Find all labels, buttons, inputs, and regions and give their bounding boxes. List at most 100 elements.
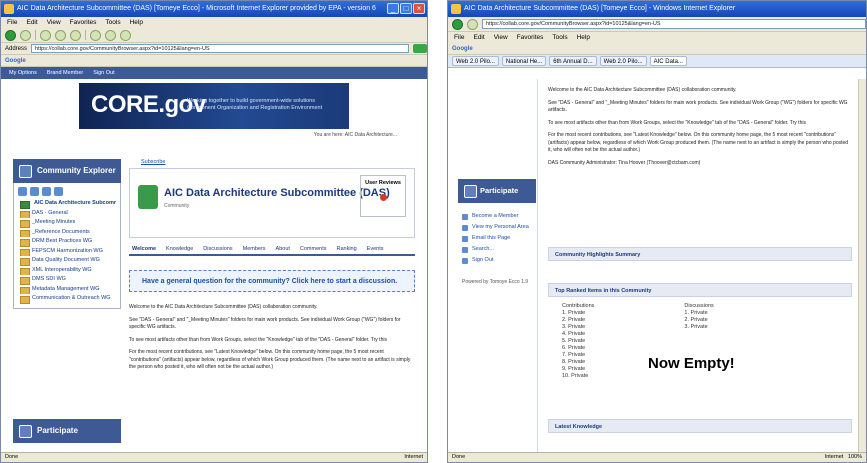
tree-item[interactable]: DMS SDI WG <box>18 275 116 285</box>
minimize-button[interactable]: _ <box>387 3 399 14</box>
top-ranked-header: Top Ranked Items in this Community <box>548 283 852 297</box>
become-member-link[interactable]: Become a Member <box>462 211 529 222</box>
menu-favorites[interactable]: Favorites <box>517 32 544 43</box>
community-title: AIC Data Architecture Subcommittee (DAS) <box>164 187 390 199</box>
browser-tab[interactable]: Web 2.0 Pilo... <box>452 56 499 66</box>
favorites-button[interactable] <box>105 29 116 41</box>
forward-button[interactable] <box>20 29 31 41</box>
tab-members[interactable]: Members <box>240 246 269 252</box>
tree-item[interactable]: FEPSCM Harmonization WG <box>18 247 116 256</box>
browser-tab[interactable]: 6th Annual D... <box>549 56 597 66</box>
user-reviews-box[interactable]: User Reviews <box>360 175 406 217</box>
close-button[interactable]: × <box>413 3 425 14</box>
tab-comments[interactable]: Comments <box>297 246 330 252</box>
menu-edit[interactable]: Edit <box>26 17 37 28</box>
discussion-item[interactable]: 1. Private <box>684 310 713 317</box>
tree-icon[interactable] <box>54 187 63 196</box>
contribution-item[interactable]: 1. Private <box>562 310 594 317</box>
contribution-item[interactable]: 7. Private <box>562 352 594 359</box>
search-link[interactable]: Search... <box>462 244 529 255</box>
tree-icon[interactable] <box>42 187 51 196</box>
tree-item[interactable]: Data Quality Document WG <box>18 256 116 266</box>
tree-item[interactable]: _Reference Documents <box>18 228 116 237</box>
participate-links: Become a Member View my Personal Area Em… <box>462 211 529 266</box>
tree-item[interactable]: _Meeting Minutes <box>18 218 116 228</box>
contribution-item[interactable]: 10. Private <box>562 373 594 380</box>
back-button[interactable] <box>5 29 16 41</box>
contribution-item[interactable]: 2. Private <box>562 317 594 324</box>
tree-item[interactable]: DRM Best Practices WG <box>18 237 116 247</box>
discussion-item[interactable]: 2. Private <box>684 317 713 324</box>
subscribe-link[interactable]: Subscribe <box>129 159 415 165</box>
contribution-item[interactable]: 6. Private <box>562 345 594 352</box>
address-input[interactable]: https://collab.core.gov/CommunityBrowser… <box>482 19 866 29</box>
welcome-paragraph: See "DAS - General" and "_Meeting Minute… <box>129 316 401 331</box>
tree-toolbar <box>18 187 116 196</box>
menu-file[interactable]: File <box>7 17 17 28</box>
menu-view[interactable]: View <box>47 17 61 28</box>
discussion-item[interactable]: 3. Private <box>684 324 713 331</box>
participate-header[interactable]: Participate <box>458 179 536 203</box>
left-address-bar: Address https://collab.core.gov/Communit… <box>1 43 427 55</box>
participate-header[interactable]: Participate <box>13 419 121 443</box>
tree-item[interactable]: Metadata Management WG <box>18 285 116 294</box>
contribution-item[interactable]: 9. Private <box>562 366 594 373</box>
community-explorer-header[interactable]: Community Explorer <box>13 159 121 183</box>
contribution-item[interactable]: 3. Private <box>562 324 594 331</box>
google-toolbar-label[interactable]: Google <box>5 58 26 64</box>
contribution-item[interactable]: 5. Private <box>562 338 594 345</box>
tree-item-das-root[interactable]: AIC Data Architecture Subcommittee (DAS) <box>18 199 116 209</box>
contributions-column: Contributions 1. Private 2. Private 3. P… <box>562 303 594 380</box>
browser-tab-active[interactable]: AIC Data... <box>649 56 687 66</box>
home-button[interactable] <box>70 29 81 41</box>
menu-favorites[interactable]: Favorites <box>70 17 97 28</box>
menu-view[interactable]: View <box>494 32 508 43</box>
refresh-button[interactable] <box>55 29 66 41</box>
vertical-scrollbar[interactable] <box>858 79 866 452</box>
tab-about[interactable]: About <box>273 246 293 252</box>
sign-out-link[interactable]: Sign Out <box>462 255 529 266</box>
zoom-level[interactable]: 100% <box>848 454 862 460</box>
contribution-item[interactable]: 8. Private <box>562 359 594 366</box>
maximize-button[interactable]: □ <box>400 3 412 14</box>
nav-sign-out[interactable]: Sign Out <box>93 67 114 79</box>
contribution-item[interactable]: 4. Private <box>562 331 594 338</box>
community-icon <box>138 185 158 209</box>
site-nav-strip: My Options Brand Member Sign Out <box>1 67 427 79</box>
tab-ranking[interactable]: Ranking <box>334 246 360 252</box>
menu-tools[interactable]: Tools <box>105 17 120 28</box>
menu-tools[interactable]: Tools <box>552 32 567 43</box>
forward-button[interactable] <box>467 18 478 30</box>
go-button[interactable] <box>413 44 427 53</box>
menu-help[interactable]: Help <box>577 32 590 43</box>
tree-item[interactable]: XML Interoperability WG <box>18 266 116 275</box>
tree-item[interactable]: Communication & Outreach WG <box>18 294 116 304</box>
menu-edit[interactable]: Edit <box>473 32 484 43</box>
menu-help[interactable]: Help <box>130 17 143 28</box>
menu-file[interactable]: File <box>454 32 464 43</box>
tab-events[interactable]: Events <box>364 246 387 252</box>
history-button[interactable] <box>120 29 131 41</box>
browser-tab[interactable]: Web 2.0 Pilo... <box>599 56 647 66</box>
highlights-section: Community Highlights Summary <box>548 247 852 261</box>
google-toolbar-label[interactable]: Google <box>452 46 473 52</box>
tab-knowledge[interactable]: Knowledge <box>163 246 196 252</box>
start-discussion-box[interactable]: Have a general question for the communit… <box>129 270 415 292</box>
welcome-text: Welcome to the AIC Data Architecture Sub… <box>548 87 852 167</box>
tree-icon[interactable] <box>30 187 39 196</box>
back-button[interactable] <box>452 18 463 30</box>
personal-area-link[interactable]: View my Personal Area <box>462 222 529 233</box>
nav-my-options[interactable]: My Options <box>9 67 37 79</box>
tab-discussions[interactable]: Discussions <box>200 246 235 252</box>
address-input[interactable]: https://collab.core.gov/CommunityBrowser… <box>31 44 409 53</box>
stop-button[interactable] <box>40 29 51 41</box>
tree-item[interactable]: DAS - General <box>18 209 116 218</box>
tree-icon[interactable] <box>18 187 27 196</box>
tab-welcome[interactable]: Welcome <box>129 246 159 252</box>
browser-tab[interactable]: National He... <box>501 56 547 66</box>
breadcrumb[interactable]: You are here: AIC Data Architecture... <box>1 132 427 138</box>
nav-brand-member[interactable]: Brand Member <box>47 67 83 79</box>
discussions-header: Discussions <box>684 303 714 309</box>
search-button[interactable] <box>90 29 101 41</box>
email-page-link[interactable]: Email this Page <box>462 233 529 244</box>
